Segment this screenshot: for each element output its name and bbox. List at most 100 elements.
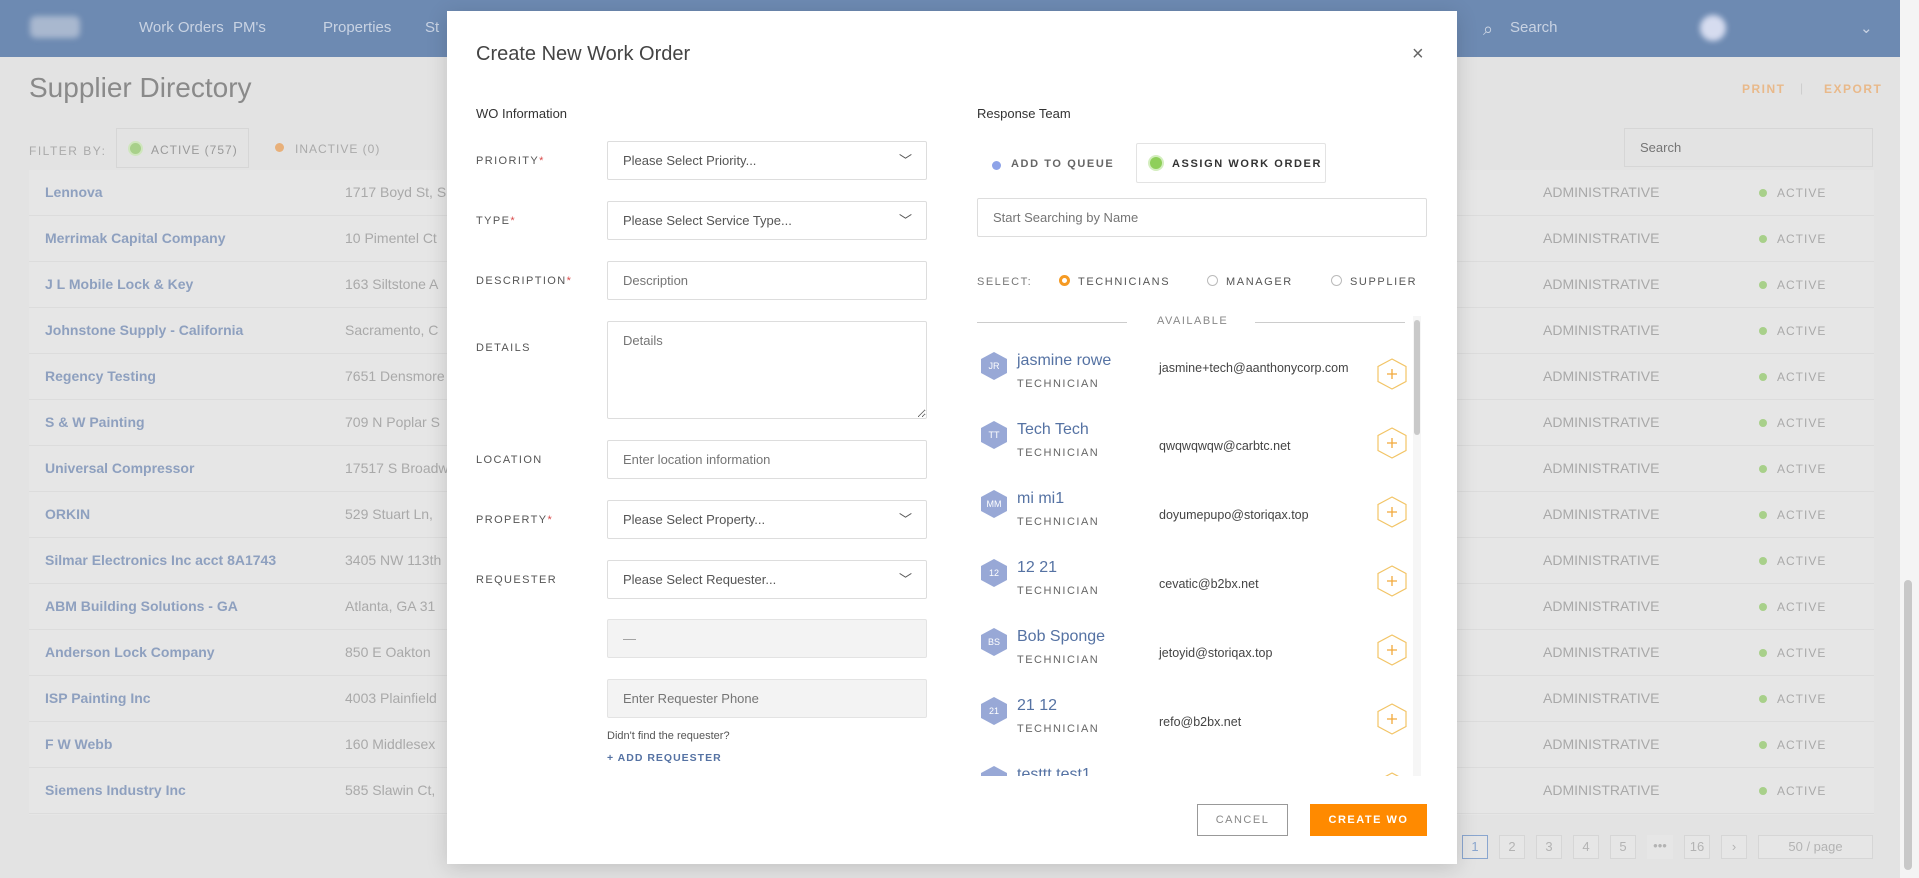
priority-select[interactable]: Please Select Priority... ﹀	[607, 141, 927, 180]
nav-work-orders[interactable]: Work Orders	[139, 19, 224, 36]
supplier-name-link[interactable]: S & W Painting	[45, 414, 145, 430]
requester-select[interactable]: Please Select Requester... ﹀	[607, 560, 927, 599]
page-4[interactable]: 4	[1573, 835, 1599, 859]
status-badge: ACTIVE	[1777, 416, 1827, 430]
supplier-name-link[interactable]: Anderson Lock Company	[45, 644, 215, 660]
add-plus-icon[interactable]	[1377, 634, 1407, 666]
print-link[interactable]: PRINT	[1742, 82, 1786, 96]
person-role: TECHNICIAN	[1017, 516, 1100, 528]
person-name[interactable]: testtt test1	[1017, 766, 1091, 776]
radio-icon	[1331, 275, 1342, 286]
person-name[interactable]: 21 12	[1017, 697, 1057, 715]
person-email: cevatic@b2bx.net	[1159, 577, 1259, 591]
person-role: TECHNICIAN	[1017, 723, 1100, 735]
supplier-address: 529 Stuart Ln,	[345, 506, 433, 522]
filter-inactive[interactable]: INACTIVE (0)	[295, 142, 380, 156]
supplier-type: ADMINISTRATIVE	[1543, 184, 1660, 200]
supplier-name-link[interactable]: Silmar Electronics Inc acct 8A1743	[45, 552, 276, 568]
assign-work-order-option[interactable]: ASSIGN WORK ORDER	[1136, 143, 1326, 183]
supplier-name-link[interactable]: ABM Building Solutions - GA	[45, 598, 238, 614]
supplier-address: 160 Middlesex	[345, 736, 436, 752]
status-dot-icon	[1759, 235, 1767, 243]
supplier-type: ADMINISTRATIVE	[1543, 460, 1660, 476]
add-plus-icon[interactable]	[1377, 427, 1407, 459]
add-plus-icon[interactable]	[1377, 565, 1407, 597]
status-badge: ACTIVE	[1777, 738, 1827, 752]
details-textarea[interactable]	[607, 321, 927, 419]
supplier-type: ADMINISTRATIVE	[1543, 782, 1660, 798]
person-name[interactable]: mi mi1	[1017, 490, 1064, 508]
status-dot-icon	[1759, 603, 1767, 611]
supplier-name-link[interactable]: F W Webb	[45, 736, 112, 752]
nav-search[interactable]: Search	[1510, 19, 1558, 36]
status-badge: ACTIVE	[1777, 508, 1827, 522]
chevron-down-icon[interactable]: ⌄	[1860, 19, 1873, 37]
close-icon[interactable]: ×	[1412, 43, 1424, 66]
page-1[interactable]: 1	[1462, 835, 1488, 859]
property-select[interactable]: Please Select Property... ﹀	[607, 500, 927, 539]
supplier-name-link[interactable]: ISP Painting Inc	[45, 690, 151, 706]
nav-properties[interactable]: Properties	[323, 19, 391, 36]
create-wo-button[interactable]: CREATE WO	[1310, 804, 1427, 836]
person-name[interactable]: Bob Sponge	[1017, 628, 1105, 646]
supplier-name-link[interactable]: Regency Testing	[45, 368, 156, 384]
add-plus-icon[interactable]	[1377, 358, 1407, 390]
supplier-address: 1717 Boyd St, S	[345, 184, 447, 200]
technician-list-item: 12 12 21 TECHNICIAN cevatic@b2bx.net	[977, 559, 1417, 628]
radio-supplier[interactable]: SUPPLIER	[1331, 275, 1417, 288]
supplier-search-input[interactable]	[1624, 128, 1873, 167]
export-link[interactable]: EXPORT	[1824, 82, 1882, 96]
logo[interactable]	[30, 16, 80, 38]
radio-manager[interactable]: MANAGER	[1207, 275, 1293, 288]
status-dot-icon	[1759, 373, 1767, 381]
supplier-name-link[interactable]: Siemens Industry Inc	[45, 782, 186, 798]
supplier-type: ADMINISTRATIVE	[1543, 506, 1660, 522]
person-name[interactable]: Tech Tech	[1017, 421, 1089, 439]
response-team-heading: Response Team	[977, 106, 1071, 121]
per-page-select[interactable]: 50 / page	[1758, 835, 1873, 859]
add-plus-icon[interactable]	[1377, 772, 1407, 776]
avatar: 12	[981, 559, 1007, 587]
filter-active[interactable]: ACTIVE (757)	[116, 128, 249, 168]
list-scrollbar-thumb[interactable]	[1414, 320, 1420, 435]
list-scrollbar[interactable]	[1413, 316, 1421, 776]
cancel-button[interactable]: CANCEL	[1197, 804, 1288, 836]
radio-technicians[interactable]: TECHNICIANS	[1059, 275, 1170, 288]
supplier-name-link[interactable]: Universal Compressor	[45, 460, 194, 476]
supplier-type: ADMINISTRATIVE	[1543, 368, 1660, 384]
supplier-name-link[interactable]: Lennova	[45, 184, 103, 200]
add-requester-link[interactable]: + ADD REQUESTER	[607, 752, 722, 764]
page-ellipsis[interactable]: •••	[1647, 835, 1673, 859]
person-email: jetoyid@storiqax.top	[1159, 646, 1273, 660]
nav-pms[interactable]: PM's	[233, 19, 266, 36]
team-search-input[interactable]	[977, 198, 1427, 237]
description-input[interactable]	[607, 261, 927, 300]
wo-information-heading: WO Information	[476, 106, 568, 121]
didnt-find-requester-text: Didn't find the requester?	[607, 730, 730, 742]
supplier-name-link[interactable]: ORKIN	[45, 506, 90, 522]
page-16[interactable]: 16	[1684, 835, 1710, 859]
page-3[interactable]: 3	[1536, 835, 1562, 859]
supplier-type: ADMINISTRATIVE	[1543, 598, 1660, 614]
add-plus-icon[interactable]	[1377, 703, 1407, 735]
supplier-address: 585 Slawin Ct,	[345, 782, 436, 798]
page-5[interactable]: 5	[1610, 835, 1636, 859]
status-dot-icon	[1759, 419, 1767, 427]
person-name[interactable]: jasmine rowe	[1017, 352, 1111, 370]
service-type-select[interactable]: Please Select Service Type... ﹀	[607, 201, 927, 240]
page-scrollbar-thumb[interactable]	[1904, 580, 1912, 870]
nav-more[interactable]: St	[425, 19, 439, 36]
avatar[interactable]	[1700, 15, 1726, 41]
add-plus-icon[interactable]	[1377, 496, 1407, 528]
location-input[interactable]	[607, 440, 927, 479]
supplier-address: 7651 Densmore	[345, 368, 445, 384]
next-page-button[interactable]: ›	[1721, 835, 1747, 859]
requester-phone-input[interactable]	[607, 679, 927, 718]
page-2[interactable]: 2	[1499, 835, 1525, 859]
supplier-name-link[interactable]: Johnstone Supply - California	[45, 322, 243, 338]
supplier-name-link[interactable]: J L Mobile Lock & Key	[45, 276, 193, 292]
supplier-name-link[interactable]: Merrimak Capital Company	[45, 230, 226, 246]
person-name[interactable]: 12 21	[1017, 559, 1057, 577]
search-icon[interactable]: ⌕	[1483, 19, 1493, 40]
priority-label: PRIORITY*	[476, 155, 545, 167]
